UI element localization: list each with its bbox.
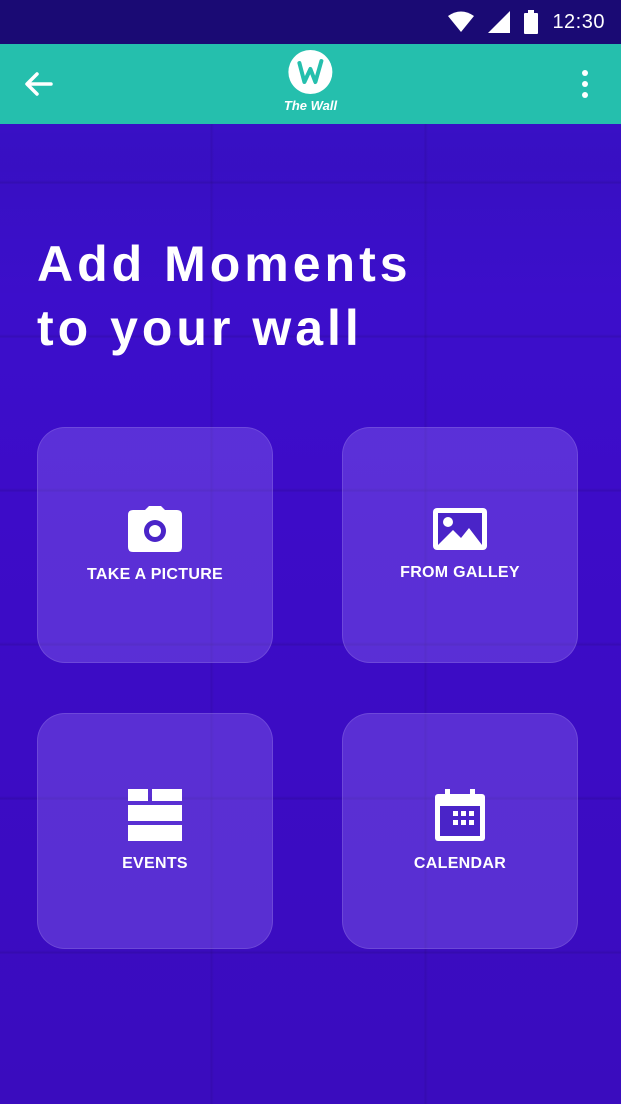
logo-mark [288, 50, 333, 94]
tile-label: TAKE A PICTURE [86, 566, 224, 583]
w-logo-icon [297, 59, 324, 84]
battery-icon [524, 10, 539, 34]
app-bar: The Wall [0, 44, 621, 124]
tile-label: CALENDAR [413, 855, 507, 872]
calendar-button[interactable]: CALENDAR [342, 713, 578, 949]
calendar-icon [435, 789, 485, 841]
image-icon [433, 508, 487, 550]
wifi-icon [448, 11, 475, 32]
events-icon [128, 789, 182, 841]
back-button[interactable] [18, 66, 58, 102]
status-time: 12:30 [552, 10, 605, 33]
menu-dot [582, 81, 588, 87]
title-line-2: to your wall [37, 300, 363, 356]
arrow-left-icon [25, 72, 53, 96]
camera-icon [128, 506, 182, 552]
menu-dot [582, 70, 588, 76]
signal-icon [488, 11, 511, 33]
from-gallery-button[interactable]: FROM GALLEY [342, 427, 578, 663]
overflow-menu-button[interactable] [575, 66, 595, 102]
tile-label: FROM GALLEY [400, 564, 520, 581]
app-logo: The Wall [284, 50, 337, 113]
take-picture-button[interactable]: TAKE A PICTURE [37, 427, 273, 663]
logo-text: The Wall [283, 98, 338, 113]
status-bar: 12:30 [0, 0, 621, 44]
events-button[interactable]: EVENTS [37, 713, 273, 949]
tile-label: EVENTS [122, 855, 188, 872]
menu-dot [582, 92, 588, 98]
title-line-1: Add Moments [37, 236, 412, 292]
page-title: Add Moments to your wall [37, 232, 597, 360]
